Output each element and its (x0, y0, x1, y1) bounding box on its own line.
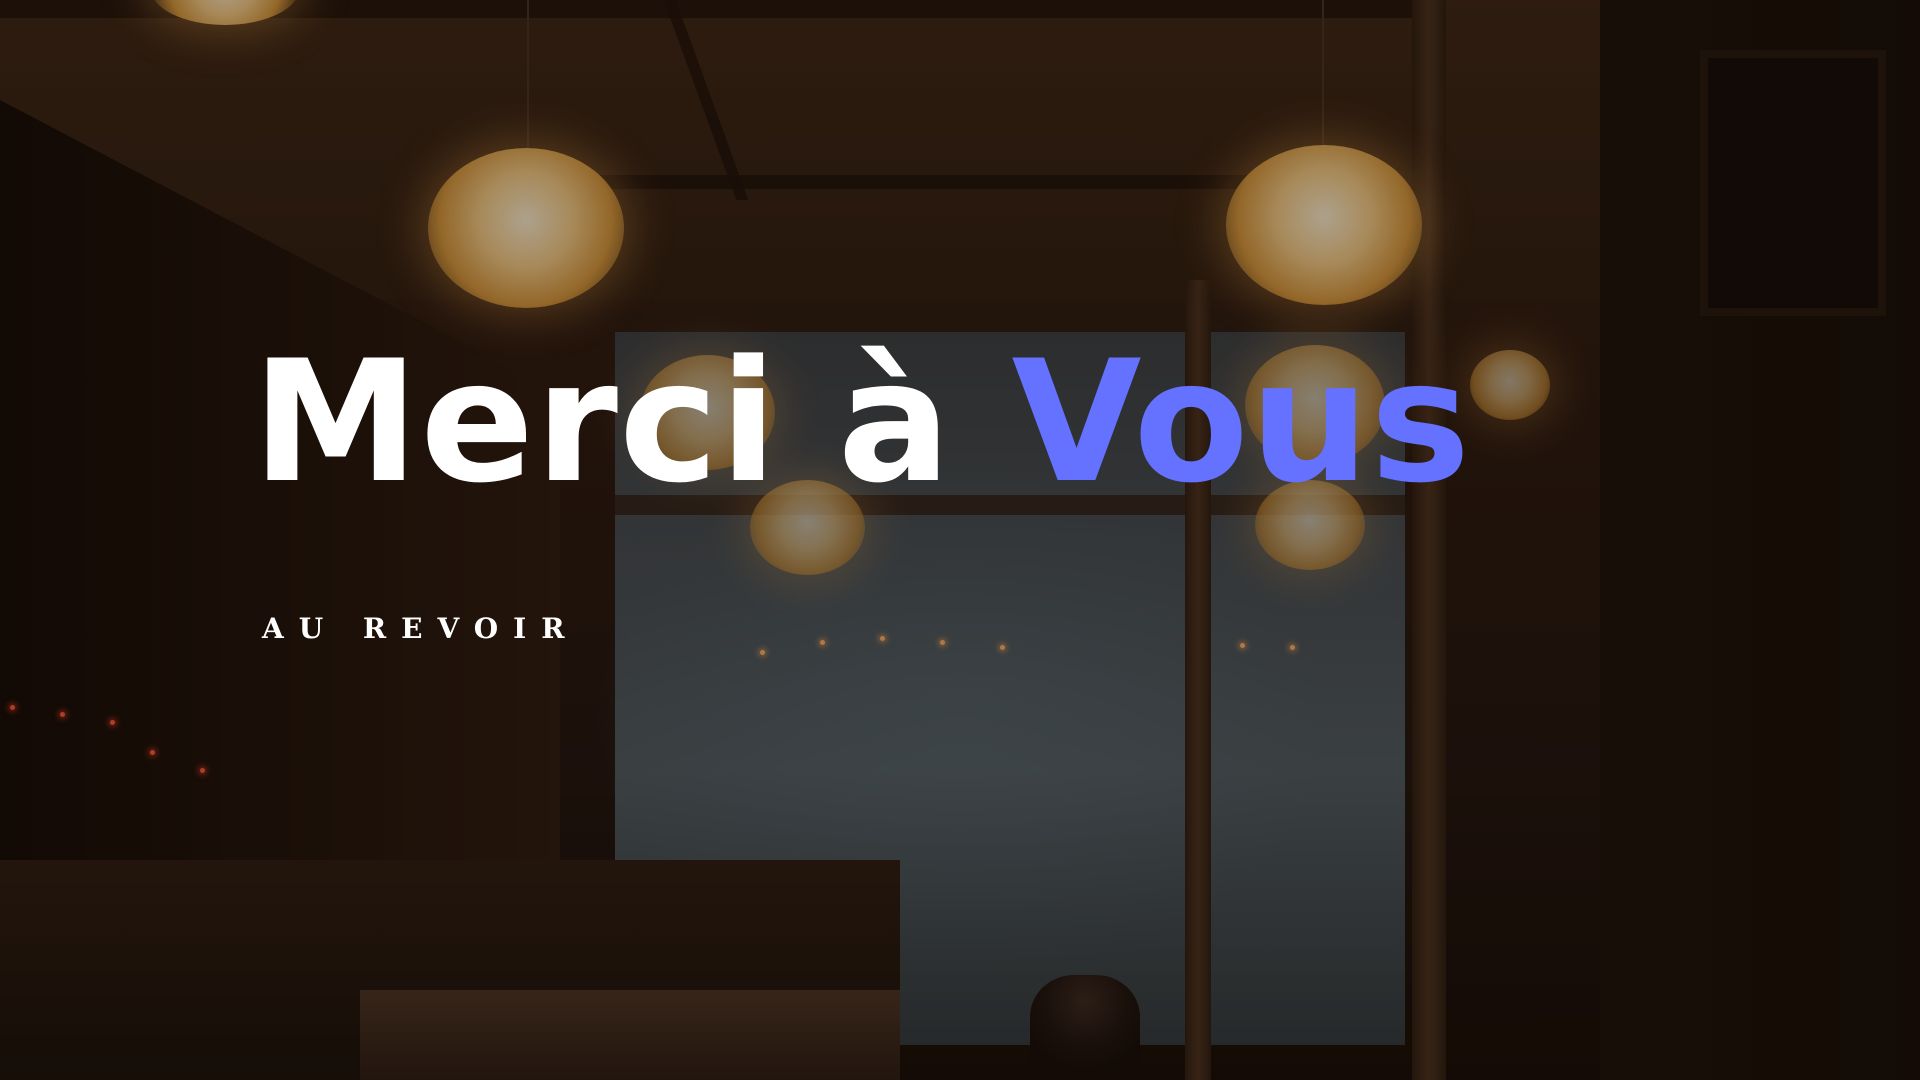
dark-overlay (0, 0, 1920, 1080)
title-white-text: Merci à (252, 324, 1012, 520)
slide-title: Merci à Vous (252, 322, 1471, 522)
slide-subtitle: AU REVOIR (262, 612, 580, 645)
thank-you-slide: Merci à Vous AU REVOIR (0, 0, 1920, 1080)
title-accent-text: Vous (1011, 324, 1472, 520)
